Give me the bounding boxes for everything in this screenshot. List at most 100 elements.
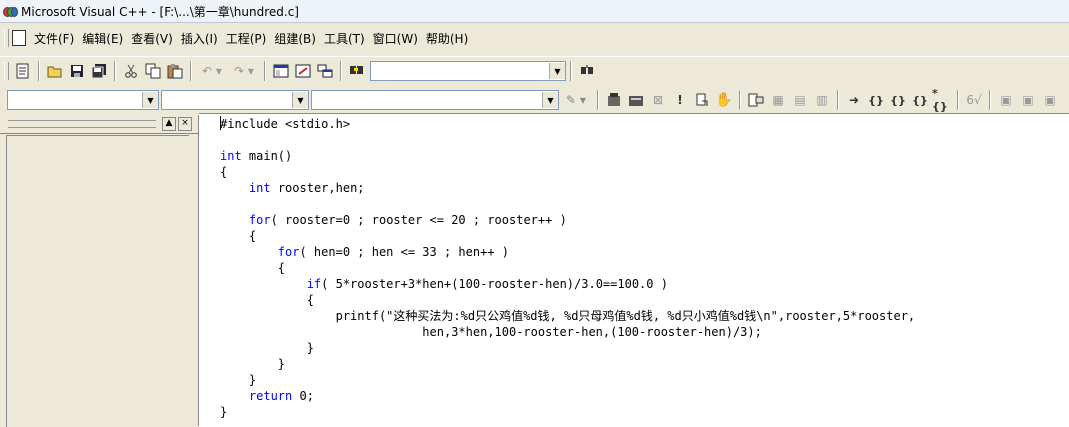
chevron-down-icon[interactable]: ▼: [542, 92, 558, 108]
code-line[interactable]: for( hen=0 ; hen <= 33 ; hen++ ): [220, 244, 915, 260]
toolbar-separator: [264, 61, 266, 81]
code-line[interactable]: }: [220, 372, 915, 388]
filter-combo[interactable]: ▼: [161, 90, 309, 110]
workspace-tree[interactable]: [6, 135, 189, 427]
registers-icon[interactable]: ▣: [1040, 90, 1060, 110]
code-line[interactable]: }: [220, 356, 915, 372]
panel-drag-grip[interactable]: [8, 120, 156, 128]
visual-cpp-app-icon[interactable]: [3, 5, 18, 17]
menu-file[interactable]: 文件(F): [30, 30, 78, 47]
execute-icon[interactable]: !: [670, 90, 690, 110]
output-window-icon[interactable]: [293, 61, 313, 81]
step-out-icon[interactable]: {}: [910, 90, 930, 110]
code-line[interactable]: {: [220, 292, 915, 308]
find-icon[interactable]: [577, 61, 597, 81]
menu-window[interactable]: 窗口(W): [369, 30, 422, 47]
code-line[interactable]: {: [220, 228, 915, 244]
wizard-bar-icon-4[interactable]: ▥: [812, 90, 832, 110]
code-text: ( 5*rooster+3*hen+(100-rooster-hen)/3.0=…: [321, 277, 668, 291]
run-to-cursor-icon[interactable]: *{}: [932, 87, 952, 113]
window-list-icon[interactable]: [315, 61, 335, 81]
step-over-icon[interactable]: {}: [888, 90, 908, 110]
chevron-down-icon[interactable]: ▼: [549, 63, 565, 79]
code-line[interactable]: {: [220, 164, 915, 180]
arrow-right-icon[interactable]: ➜: [844, 90, 864, 110]
menu-help[interactable]: 帮助(H): [422, 30, 472, 47]
variables-icon[interactable]: ▣: [1018, 90, 1038, 110]
code-line[interactable]: }: [220, 404, 915, 420]
code-text: {: [220, 229, 257, 243]
step-into-icon[interactable]: {}: [866, 90, 886, 110]
toolbar-grip[interactable]: [4, 62, 9, 80]
compile-icon[interactable]: [604, 90, 624, 110]
menu-edit[interactable]: 编辑(E): [78, 30, 127, 47]
editor-gutter[interactable]: [199, 114, 217, 427]
menu-build[interactable]: 组建(B): [270, 30, 320, 47]
find-combo[interactable]: ▼: [370, 61, 566, 81]
save-all-icon[interactable]: [89, 61, 109, 81]
undo-icon[interactable]: ↶ ▾: [197, 61, 227, 81]
cut-icon[interactable]: [121, 61, 141, 81]
wizard-bar-icon-2[interactable]: ▦: [768, 90, 788, 110]
maximize-panel-icon[interactable]: ▲: [162, 117, 176, 131]
code-line[interactable]: }: [220, 340, 915, 356]
workspace-icon[interactable]: [271, 61, 291, 81]
code-keyword: return: [248, 389, 293, 403]
toolbar-separator: [597, 90, 599, 110]
menu-view[interactable]: 查看(V): [127, 30, 177, 47]
quickwatch-icon[interactable]: 6√: [964, 90, 984, 110]
toolbar-separator: [957, 90, 959, 110]
code-line[interactable]: #include <stdio.h>: [220, 116, 915, 132]
code-text: }: [220, 405, 228, 419]
menu-insert[interactable]: 插入(I): [177, 30, 222, 47]
toolbar-separator: [739, 90, 741, 110]
code-line[interactable]: [220, 196, 915, 212]
redo-icon[interactable]: ↷ ▾: [229, 61, 259, 81]
class-combo[interactable]: ▼: [7, 90, 159, 110]
code-text: {: [220, 165, 228, 179]
code-keyword: for: [277, 245, 300, 259]
code-line[interactable]: for( rooster=0 ; rooster <= 20 ; rooster…: [220, 212, 915, 228]
members-combo[interactable]: ▼: [311, 90, 559, 110]
stop-build-icon[interactable]: ⊠: [648, 90, 668, 110]
paste-icon[interactable]: [165, 61, 185, 81]
standard-toolbar: ↶ ▾ ↷ ▾ ▼: [0, 56, 1069, 85]
code-line[interactable]: printf("这种买法为:%d只公鸡值%d钱, %d只母鸡值%d钱, %d只小…: [220, 308, 916, 324]
wizard-bar-icon-1[interactable]: [746, 90, 766, 110]
code-text: hen,3*hen,100-rooster-hen,(100-rooster-h…: [220, 325, 762, 339]
code-line[interactable]: hen,3*hen,100-rooster-hen,(100-rooster-h…: [220, 324, 915, 340]
open-folder-icon[interactable]: [45, 61, 65, 81]
save-icon[interactable]: [67, 61, 87, 81]
new-text-file-icon[interactable]: [13, 61, 33, 81]
close-panel-icon[interactable]: ×: [178, 117, 192, 131]
chevron-down-icon[interactable]: ▼: [292, 92, 308, 108]
code-line[interactable]: if( 5*rooster+3*hen+(100-rooster-hen)/3.…: [220, 276, 915, 292]
document-icon[interactable]: [12, 30, 26, 46]
code-line[interactable]: [220, 132, 915, 148]
insert-breakpoint-icon[interactable]: ✋: [714, 90, 734, 110]
watch-icon[interactable]: ▣: [996, 90, 1016, 110]
code-line[interactable]: {: [220, 260, 915, 276]
wizard-bar-icon-3[interactable]: ▤: [790, 90, 810, 110]
toolbar-separator: [340, 61, 342, 81]
wizard-bar: ▼ ▼ ▼ ✎ ▾ ⊠ ! ✋ ▦ ▤ ▥ ➜ {} {} {} *{} 6√ …: [0, 87, 1069, 113]
find-in-files-icon[interactable]: [347, 61, 367, 81]
menubar-grip[interactable]: [4, 29, 9, 47]
code-editor[interactable]: #include <stdio.h> int main(){ int rooste…: [199, 113, 1069, 427]
wizard-action-icon[interactable]: ✎ ▾: [560, 90, 592, 110]
chevron-down-icon[interactable]: ▼: [142, 92, 158, 108]
code-line[interactable]: int rooster,hen;: [220, 180, 915, 196]
code-line[interactable]: return 0;: [220, 388, 915, 404]
menu-tools[interactable]: 工具(T): [320, 30, 369, 47]
source-code[interactable]: #include <stdio.h> int main(){ int rooste…: [220, 116, 915, 420]
build-icon[interactable]: [626, 90, 646, 110]
go-icon[interactable]: [692, 90, 712, 110]
copy-icon[interactable]: [143, 61, 163, 81]
menu-project[interactable]: 工程(P): [222, 30, 271, 47]
code-keyword: int: [220, 149, 242, 163]
menu-bar: 文件(F) 编辑(E) 查看(V) 插入(I) 工程(P) 组建(B) 工具(T…: [0, 26, 1069, 50]
code-line[interactable]: int main(): [220, 148, 915, 164]
